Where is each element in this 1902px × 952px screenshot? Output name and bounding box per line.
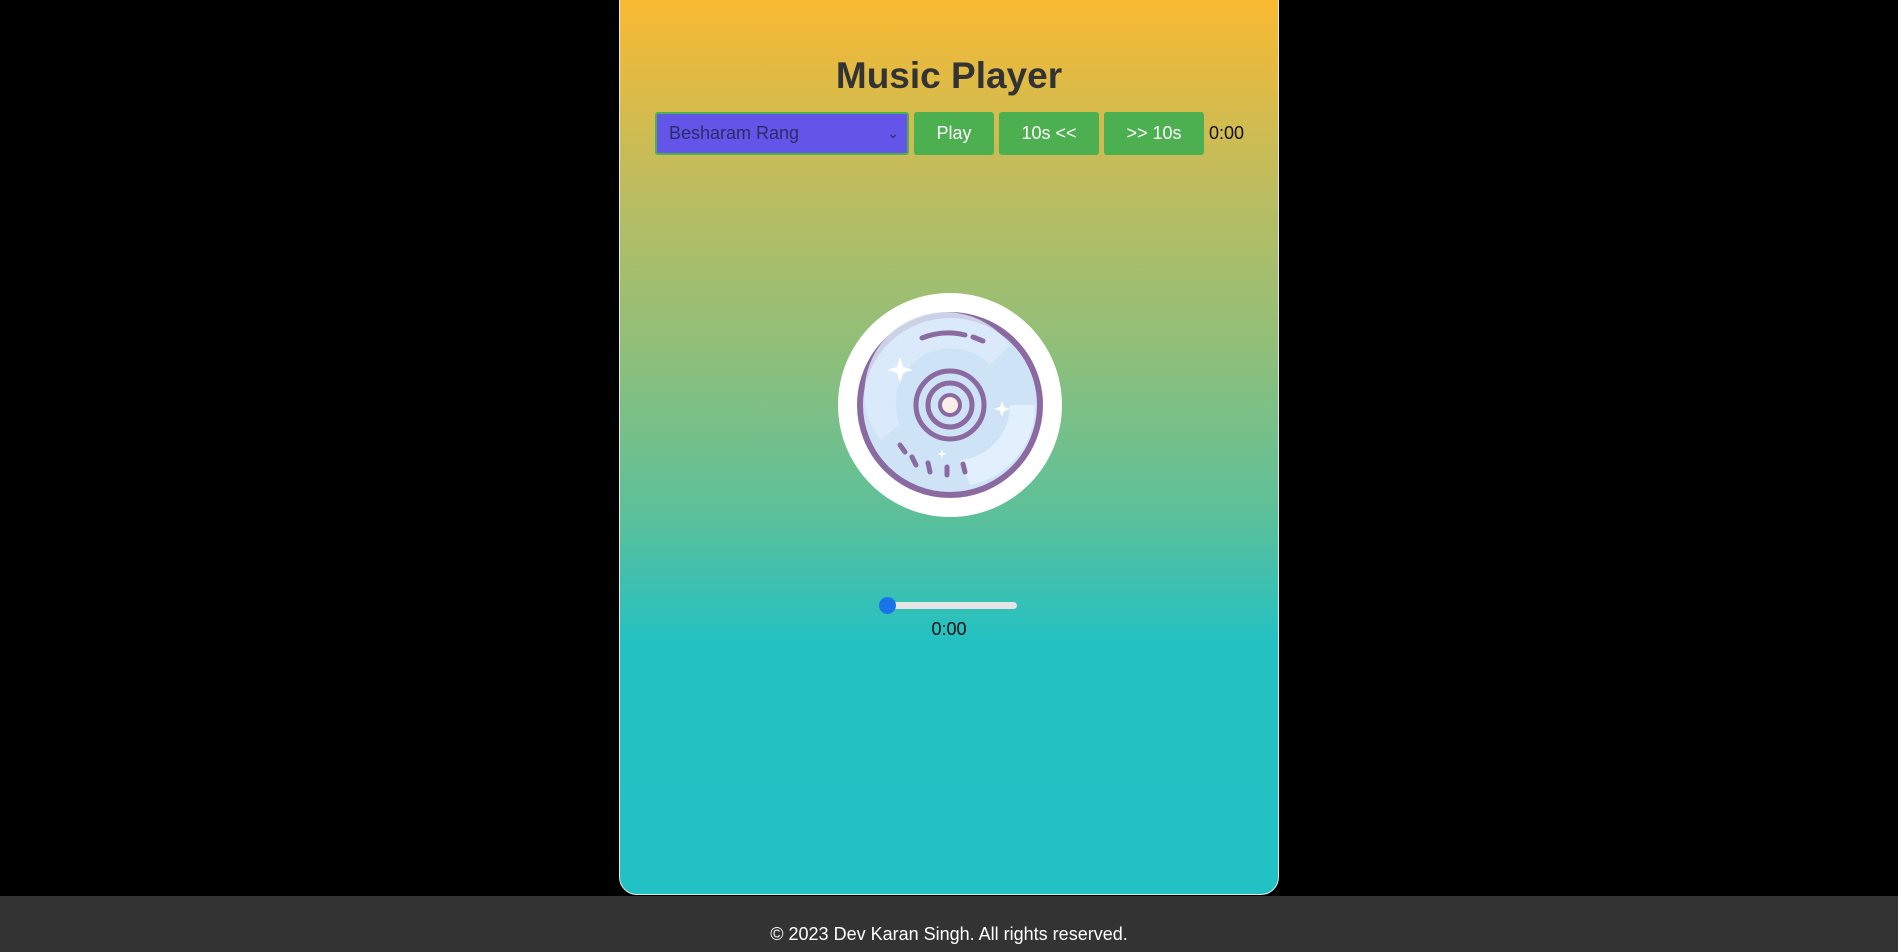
page: Music Player Besharam Rang ⌄ Play 10s <<… [0, 0, 1902, 952]
footer: © 2023 Dev Karan Singh. All rights reser… [0, 896, 1898, 952]
music-player-card: Music Player Besharam Rang ⌄ Play 10s <<… [619, 0, 1279, 895]
selected-song-label: Besharam Rang [669, 123, 800, 143]
forward-10s-button[interactable]: >> 10s [1104, 112, 1204, 155]
seek-slider[interactable] [879, 596, 1019, 614]
play-button[interactable]: Play [914, 112, 994, 155]
seek-track[interactable] [883, 602, 1017, 609]
page-title: Music Player [835, 55, 1063, 96]
album-art [838, 293, 1062, 517]
copyright-text: © 2023 Dev Karan Singh. All rights reser… [770, 924, 1128, 944]
seek-thumb[interactable] [879, 597, 896, 614]
scrollbar[interactable] [1898, 0, 1902, 952]
compact-disc-icon [857, 311, 1043, 498]
chevron-down-icon: ⌄ [887, 125, 899, 141]
song-select[interactable]: Besharam Rang ⌄ [655, 112, 909, 155]
rewind-10s-button[interactable]: 10s << [999, 112, 1099, 155]
current-time-display: 0:00 [1209, 123, 1245, 143]
player-controls: Besharam Rang ⌄ Play 10s << >> 10s 0:00 [655, 112, 1244, 155]
seek-time-label: 0:00 [931, 619, 967, 639]
